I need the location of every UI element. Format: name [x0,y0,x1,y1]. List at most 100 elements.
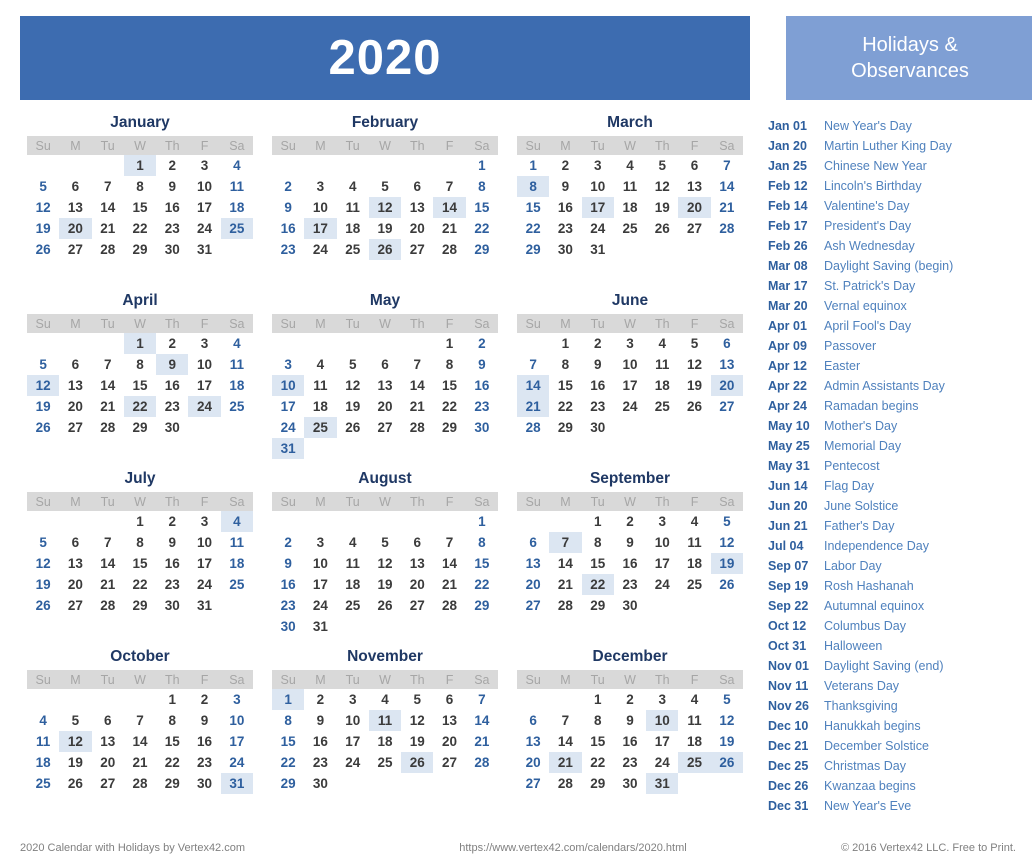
day-cell[interactable]: 1 [156,689,188,710]
day-cell[interactable]: 1 [466,155,498,176]
day-cell[interactable]: 11 [304,375,336,396]
day-cell[interactable]: 13 [59,197,91,218]
day-cell[interactable]: 6 [517,710,549,731]
day-cell[interactable]: 28 [433,239,465,260]
day-cell[interactable]: 10 [221,710,253,731]
day-cell[interactable]: 23 [156,218,188,239]
day-cell[interactable]: 19 [710,553,743,574]
day-cell[interactable]: 24 [188,574,220,595]
day-cell[interactable]: 7 [401,354,433,375]
day-cell[interactable]: 11 [646,354,678,375]
day-cell[interactable]: 13 [433,710,465,731]
day-cell[interactable]: 28 [433,595,465,616]
day-cell[interactable]: 14 [433,197,466,218]
day-cell[interactable]: 6 [678,155,710,176]
day-cell[interactable]: 20 [678,197,711,218]
day-cell[interactable]: 21 [549,574,581,595]
day-cell[interactable]: 27 [59,417,91,438]
day-cell[interactable]: 13 [401,197,433,218]
day-cell[interactable]: 25 [27,773,59,794]
day-cell[interactable]: 1 [582,689,614,710]
day-cell[interactable]: 8 [582,710,614,731]
day-cell[interactable]: 30 [156,417,188,438]
day-cell[interactable]: 6 [401,176,433,197]
day-cell[interactable]: 14 [401,375,433,396]
day-cell[interactable]: 27 [711,396,743,417]
day-cell[interactable]: 1 [272,689,305,710]
day-cell[interactable]: 11 [614,176,646,197]
day-cell[interactable]: 28 [549,595,581,616]
day-cell[interactable]: 22 [581,574,614,595]
day-cell[interactable]: 18 [337,218,369,239]
day-cell[interactable]: 31 [220,773,253,794]
day-cell[interactable]: 28 [549,773,581,794]
day-cell[interactable]: 2 [549,155,581,176]
day-cell[interactable]: 3 [304,176,336,197]
day-cell[interactable]: 4 [369,689,401,710]
day-cell[interactable]: 26 [646,218,678,239]
day-cell[interactable]: 18 [646,375,678,396]
day-cell[interactable]: 18 [369,731,401,752]
day-cell[interactable]: 26 [27,239,59,260]
day-cell[interactable]: 24 [188,396,221,417]
day-cell[interactable]: 27 [517,595,549,616]
day-cell[interactable]: 11 [221,176,253,197]
day-cell[interactable]: 8 [466,176,498,197]
day-cell[interactable]: 21 [517,396,550,417]
day-cell[interactable]: 26 [59,773,91,794]
day-cell[interactable]: 2 [272,532,304,553]
day-cell[interactable]: 16 [188,731,220,752]
day-cell[interactable]: 5 [369,532,401,553]
day-cell[interactable]: 2 [272,176,304,197]
day-cell[interactable]: 2 [582,333,614,354]
day-cell[interactable]: 17 [614,375,646,396]
day-cell[interactable]: 17 [337,731,369,752]
day-cell[interactable]: 14 [549,553,581,574]
day-cell[interactable]: 28 [711,218,743,239]
day-cell[interactable]: 24 [304,595,336,616]
day-cell[interactable]: 20 [433,731,465,752]
day-cell[interactable]: 1 [517,155,549,176]
day-cell[interactable]: 5 [401,689,433,710]
day-cell[interactable]: 16 [156,197,188,218]
day-cell[interactable]: 30 [156,595,188,616]
day-cell[interactable]: 19 [27,574,59,595]
day-cell[interactable]: 13 [401,553,433,574]
day-cell[interactable]: 10 [614,354,646,375]
day-cell[interactable]: 4 [304,354,336,375]
day-cell[interactable]: 6 [433,689,465,710]
day-cell[interactable]: 2 [156,511,188,532]
day-cell[interactable]: 22 [466,574,498,595]
day-cell[interactable]: 18 [678,731,710,752]
day-cell[interactable]: 16 [614,731,646,752]
day-cell[interactable]: 15 [124,553,156,574]
day-cell[interactable]: 30 [582,417,614,438]
day-cell[interactable]: 6 [59,354,91,375]
day-cell[interactable]: 15 [582,731,614,752]
day-cell[interactable]: 4 [678,689,710,710]
day-cell[interactable]: 14 [711,176,743,197]
day-cell[interactable]: 11 [678,532,710,553]
day-cell[interactable]: 27 [517,773,549,794]
day-cell[interactable]: 8 [124,354,156,375]
day-cell[interactable]: 1 [124,511,156,532]
day-cell[interactable]: 14 [433,553,465,574]
day-cell[interactable]: 9 [188,710,220,731]
day-cell[interactable]: 2 [156,333,188,354]
day-cell[interactable]: 26 [711,574,743,595]
day-cell[interactable]: 29 [582,595,614,616]
day-cell[interactable]: 15 [124,375,156,396]
day-cell[interactable]: 3 [337,689,369,710]
day-cell[interactable]: 5 [27,354,59,375]
day-cell[interactable]: 3 [272,354,304,375]
day-cell[interactable]: 17 [272,396,304,417]
day-cell[interactable]: 18 [221,197,253,218]
day-cell[interactable]: 28 [517,417,549,438]
day-cell[interactable]: 22 [517,218,549,239]
day-cell[interactable]: 13 [92,731,124,752]
day-cell[interactable]: 3 [614,333,646,354]
day-cell[interactable]: 2 [156,155,188,176]
day-cell[interactable]: 13 [678,176,710,197]
day-cell[interactable]: 25 [304,417,337,438]
day-cell[interactable]: 26 [27,417,59,438]
